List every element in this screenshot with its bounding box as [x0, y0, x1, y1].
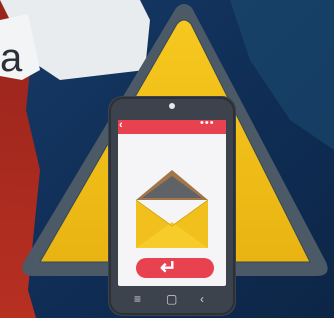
background-text-fragment: a: [0, 36, 23, 80]
back-nav-icon[interactable]: ‹: [200, 292, 204, 306]
phone-camera: [169, 103, 175, 109]
back-icon[interactable]: ‹: [119, 119, 123, 131]
menu-icon[interactable]: ≡: [134, 292, 141, 306]
more-options-icon[interactable]: •••: [200, 117, 215, 129]
home-icon[interactable]: ▢: [166, 292, 177, 306]
reply-arrow-icon[interactable]: ↵: [160, 258, 177, 278]
